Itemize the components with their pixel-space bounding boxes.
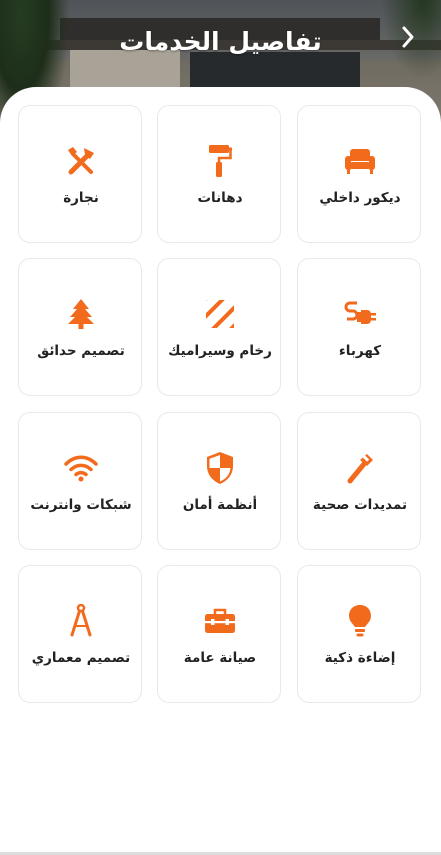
service-card-painting[interactable]: دهانات xyxy=(157,105,281,243)
service-label: كهرباء xyxy=(338,343,382,359)
service-card-networks-internet[interactable]: شبكات وانترنت xyxy=(18,412,142,550)
service-card-architectural-design[interactable]: تصميم معماري xyxy=(18,565,142,703)
service-label: إضاءة ذكية xyxy=(324,650,396,666)
service-card-smart-lighting[interactable]: إضاءة ذكية xyxy=(297,565,421,703)
service-label: شبكات وانترنت xyxy=(30,497,132,513)
service-label: نجارة xyxy=(63,190,99,206)
service-label: تمديدات صحية xyxy=(312,497,408,513)
tiles-icon xyxy=(206,300,234,328)
plug-icon xyxy=(344,301,376,324)
wrench-icon xyxy=(347,454,373,484)
services-panel: ديكور داخلي دهانات نجارة كهرباء رخام وسي… xyxy=(0,87,441,855)
service-label: أنظمة أمان xyxy=(182,497,258,513)
service-card-carpentry[interactable]: نجارة xyxy=(18,105,142,243)
wifi-icon xyxy=(64,455,98,482)
service-label: تصميم معماري xyxy=(31,650,131,666)
service-card-electrical[interactable]: كهرباء xyxy=(297,258,421,396)
tree-icon xyxy=(68,299,94,329)
tools-icon xyxy=(68,147,94,175)
service-card-interior-decor[interactable]: ديكور داخلي xyxy=(297,105,421,243)
service-card-garden-design[interactable]: تصميم حدائق xyxy=(18,258,142,396)
shield-icon xyxy=(207,452,233,484)
lightbulb-icon xyxy=(349,605,371,637)
service-card-plumbing[interactable]: تمديدات صحية xyxy=(297,412,421,550)
service-label: صيانة عامة xyxy=(183,650,257,666)
service-card-security-systems[interactable]: أنظمة أمان xyxy=(157,412,281,550)
sofa-icon xyxy=(345,149,375,174)
service-label: رخام وسيراميك xyxy=(168,343,272,359)
toolbox-icon xyxy=(205,608,235,633)
paint-roller-icon xyxy=(209,145,232,177)
service-label: تصميم حدائق xyxy=(37,343,125,359)
compass-icon xyxy=(70,604,92,637)
service-card-general-maintenance[interactable]: صيانة عامة xyxy=(157,565,281,703)
back-button[interactable] xyxy=(395,22,421,52)
chevron-right-icon xyxy=(402,26,414,48)
page-title: تفاصيل الخدمات xyxy=(119,27,322,56)
service-label: ديكور داخلي xyxy=(319,190,401,206)
service-card-marble-ceramic[interactable]: رخام وسيراميك xyxy=(157,258,281,396)
service-label: دهانات xyxy=(197,190,243,206)
